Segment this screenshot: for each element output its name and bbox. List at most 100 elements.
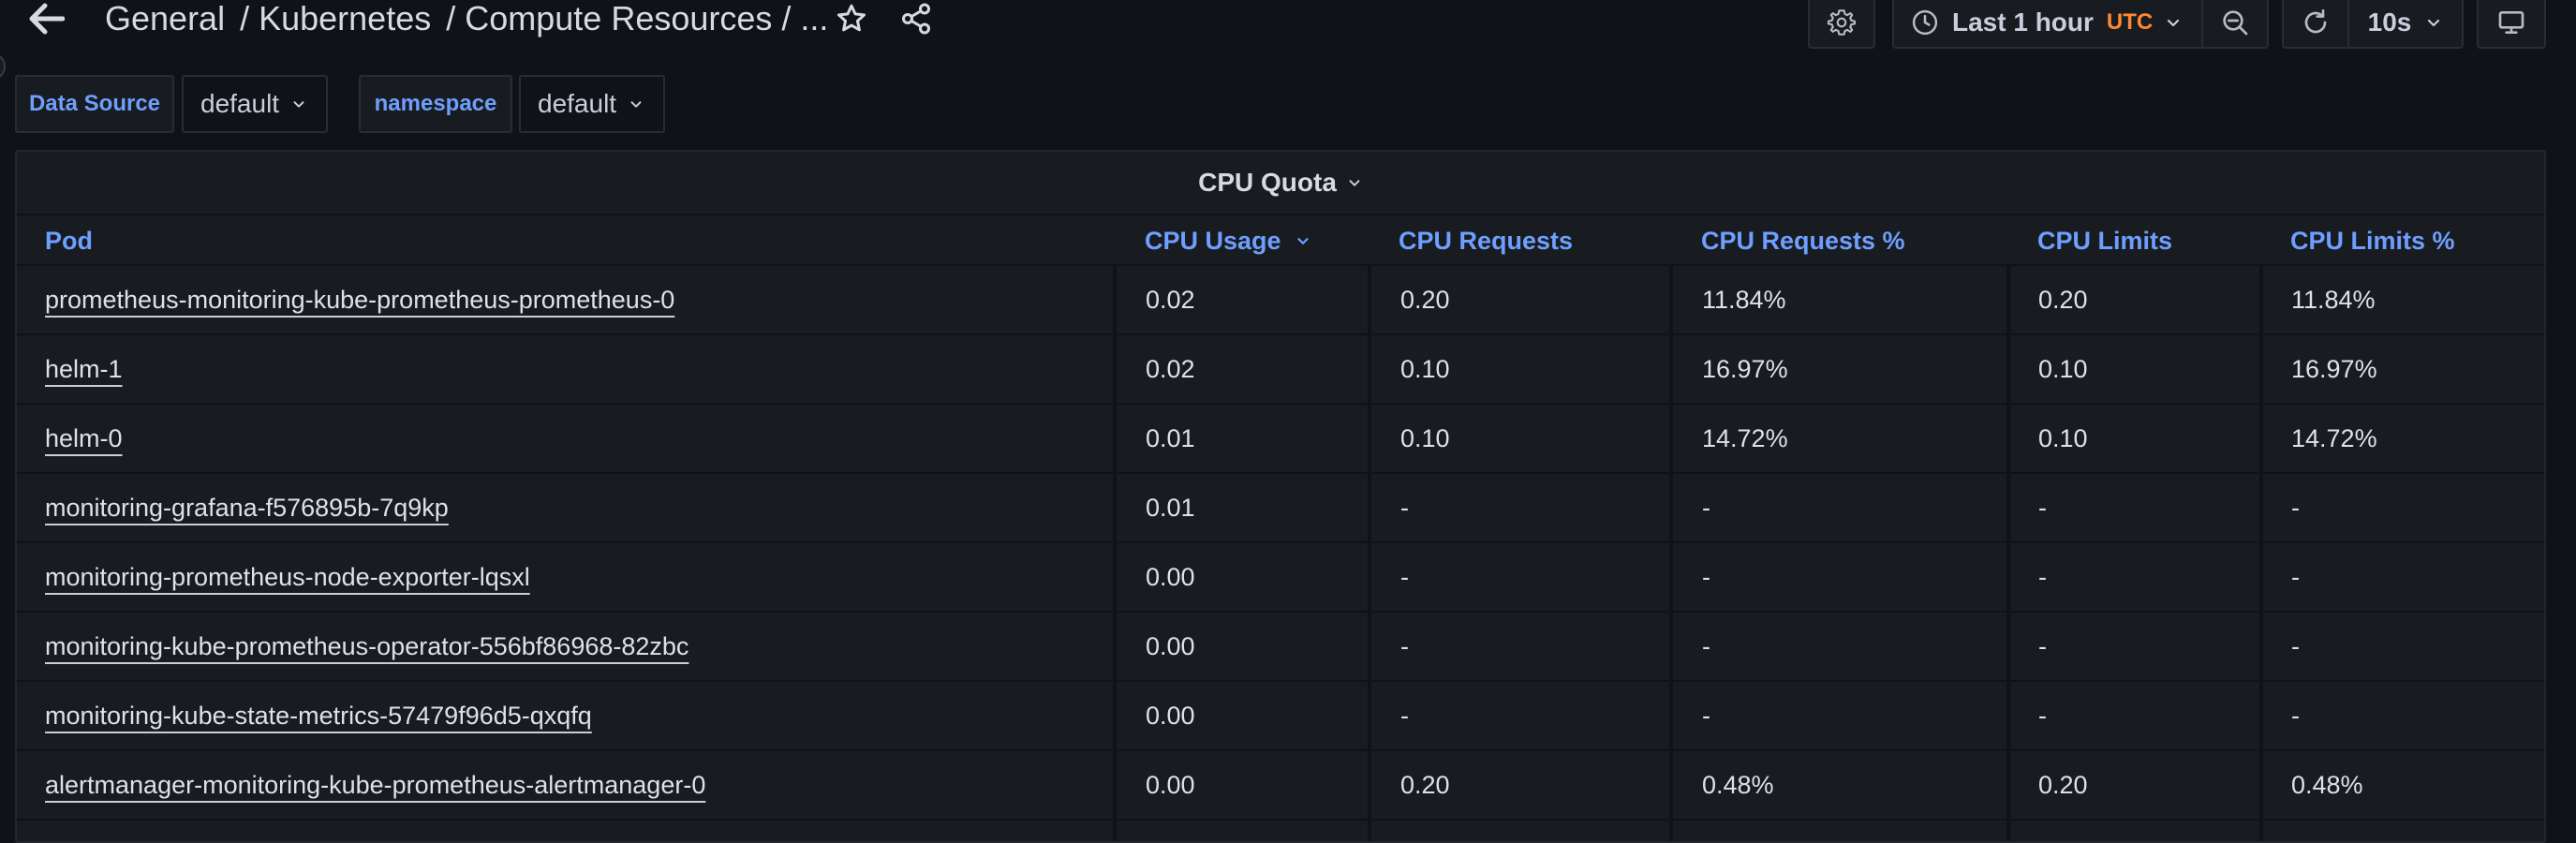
cpu-limits-pct-cell: 11.84% [2291,285,2376,314]
top-navigation: General / Kubernetes / Compute Resources… [0,0,2576,49]
share-icon [902,3,930,35]
time-range-picker[interactable]: Last 1 hour UTC [1894,0,2201,47]
cpu-limits-cell: 0.20 [2038,285,2088,314]
pod-link[interactable]: monitoring-prometheus-node-exporter-lqsx… [45,563,530,592]
cpu-limits-cell: - [2038,493,2047,522]
cycle-view-mode-button[interactable] [2477,0,2546,49]
timezone-label: UTC [2106,9,2154,35]
column-header-cpu-limits-pct[interactable]: CPU Limits % [2290,215,2455,266]
chevron-down-icon [630,101,642,108]
cpu-requests-pct-cell: 16.97% [1702,354,1788,383]
cpu-usage-cell: 0.02 [1146,285,1195,314]
variable-value: default [538,89,617,118]
refresh-interval-label: 10s [2367,7,2412,37]
refresh-icon [2304,8,2327,34]
cpu-limits-pct-cell: 16.97% [2291,354,2377,383]
cpu-limits-pct-cell: - [2291,562,2300,591]
cpu-requests-cell: 0.10 [1400,423,1450,452]
variable-select-namespace[interactable]: default [519,75,665,133]
gear-icon [1827,9,1857,36]
sort-descending-icon [1296,238,1309,244]
cpu-limits-cell: - [2038,631,2047,660]
cpu-requests-pct-cell: 11.84% [1702,285,1786,314]
breadcrumb-folder[interactable]: General [105,0,225,38]
back-button[interactable] [26,0,67,37]
pod-link[interactable]: monitoring-grafana-f576895b-7q9kp [45,494,449,523]
cpu-limits-cell: - [2038,701,2047,730]
clock-icon [1912,9,1938,36]
page-title[interactable]: Compute Resources / ... [465,0,828,38]
share-button[interactable] [896,0,937,37]
monitor-icon [2498,10,2524,34]
table-row: monitoring-prometheus-node-exporter-lqsx… [17,543,2544,613]
refresh-button[interactable] [2284,0,2347,47]
pod-link[interactable]: helm-0 [45,424,123,453]
cpu-quota-panel: CPU Quota Pod CPU Usage CPU Requests CPU… [15,150,2546,843]
panel-header[interactable]: CPU Quota [17,152,2544,214]
settings-segment[interactable] [1810,0,1873,47]
refresh-interval-picker[interactable]: 10s [2347,0,2462,47]
chevron-down-icon [1349,180,1360,186]
cpu-limits-pct-cell: - [2291,631,2300,660]
pod-link[interactable]: monitoring-kube-state-metrics-57479f96d5… [45,702,592,731]
table-row: prometheus-monitoring-kube-prometheus-pr… [17,266,2544,335]
sidebar-toggle-handle[interactable] [0,54,6,79]
table-row: helm-0 0.01 0.10 14.72% 0.10 14.72% [17,405,2544,474]
zoom-out-button[interactable] [2201,0,2267,47]
panel-title: CPU Quota [1198,168,1337,197]
pod-link[interactable]: monitoring-kube-prometheus-operator-556b… [45,632,688,661]
table-header: Pod CPU Usage CPU Requests CPU Requests … [17,214,2544,266]
refresh-picker-group: 10s [2282,0,2464,49]
cpu-usage-cell: 0.02 [1146,354,1195,383]
variable-select-data-source[interactable]: default [182,75,328,133]
star-button[interactable] [831,0,872,37]
table-row: helm-1 0.02 0.10 16.97% 0.10 16.97% [17,335,2544,405]
table-row: monitoring-kube-prometheus-operator-556b… [17,613,2544,682]
cpu-limits-cell: - [2038,562,2047,591]
cpu-limits-cell: 0.10 [2038,423,2088,452]
cpu-limits-pct-cell: 0.48% [2291,770,2363,799]
cpu-requests-pct-cell: - [1702,562,1710,591]
cpu-requests-pct-cell: - [1702,631,1710,660]
cpu-requests-cell: 0.20 [1400,770,1450,799]
cpu-usage-cell: 0.00 [1146,770,1195,799]
breadcrumb-dashboard-prefix[interactable]: Kubernetes [259,0,431,38]
time-range-label: Last 1 hour [1952,7,2094,37]
breadcrumb-separator: / [446,0,456,37]
cpu-requests-pct-cell: 0.48% [1702,770,1774,799]
cpu-usage-cell: 0.01 [1146,423,1195,452]
variable-value: default [200,89,280,118]
column-header-cpu-requests[interactable]: CPU Requests [1399,215,1573,266]
pod-link[interactable]: prometheus-monitoring-kube-prometheus-pr… [45,286,674,315]
breadcrumb-separator: / [240,0,250,37]
cpu-limits-pct-cell: - [2291,493,2300,522]
pod-link[interactable]: helm-1 [45,355,123,384]
dashboard-settings-button[interactable] [1808,0,1875,49]
view-mode-segment[interactable] [2479,0,2544,47]
cpu-requests-cell: - [1400,493,1409,522]
chevron-down-icon [2168,19,2180,27]
table-row: alertmanager-monitoring-kube-prometheus-… [17,751,2544,821]
table-row: monitoring-grafana-f576895b-7q9kp 0.01 -… [17,474,2544,543]
cpu-requests-cell: 0.10 [1400,354,1450,383]
column-header-cpu-requests-pct[interactable]: CPU Requests % [1701,215,1905,266]
column-header-cpu-usage[interactable]: CPU Usage [1145,215,1311,266]
cpu-usage-cell: 0.01 [1146,493,1195,522]
cpu-requests-cell: - [1400,631,1409,660]
cpu-limits-pct-cell: - [2291,701,2300,730]
column-header-cpu-limits[interactable]: CPU Limits [2037,215,2172,266]
breadcrumb: General / Kubernetes / Compute Resources… [105,0,828,37]
cpu-usage-cell: 0.00 [1146,562,1195,591]
pod-link[interactable]: alertmanager-monitoring-kube-prometheus-… [45,771,705,800]
cpu-requests-cell: - [1400,562,1409,591]
cpu-requests-pct-cell: - [1702,493,1710,522]
cpu-usage-cell: 0.00 [1146,701,1195,730]
cpu-requests-pct-cell: - [1702,701,1710,730]
time-picker-group: Last 1 hour UTC [1892,0,2269,49]
column-header-label: CPU Usage [1145,226,1281,255]
column-header-pod[interactable]: Pod [45,215,93,266]
zoom-out-icon [2223,10,2248,36]
star-icon [837,4,866,32]
cpu-limits-cell: 0.10 [2038,354,2088,383]
cpu-requests-cell: - [1400,701,1409,730]
